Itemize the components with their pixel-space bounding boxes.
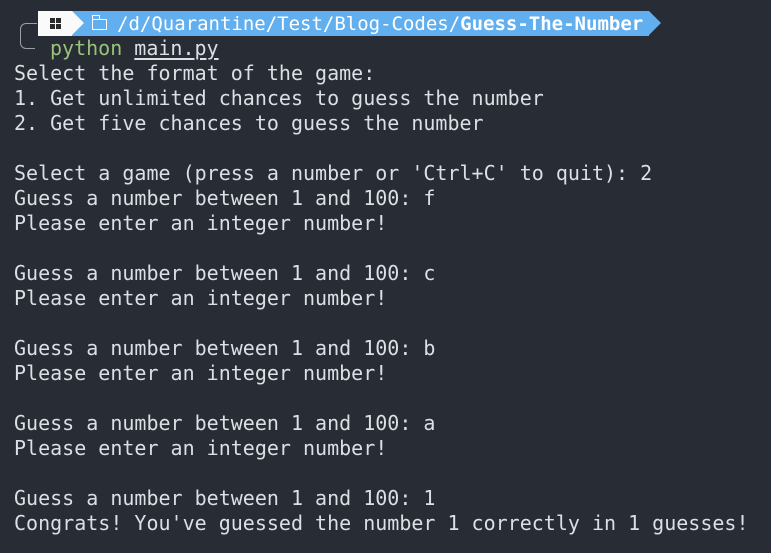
output-line: 2. Get five chances to guess the number bbox=[14, 111, 484, 135]
terminal-window[interactable]: /d/Quarantine/Test/Blog-Codes/Guess-The-… bbox=[0, 0, 771, 553]
os-segment bbox=[38, 11, 84, 36]
terminal-output: Select the format of the game: 1. Get un… bbox=[14, 61, 749, 536]
output-line bbox=[14, 236, 749, 261]
windows-icon bbox=[49, 18, 61, 29]
command-program: python bbox=[50, 36, 123, 60]
output-line bbox=[14, 461, 749, 486]
output-line: Guess a number between 1 and 100: a bbox=[14, 411, 436, 435]
command-line: python main.py bbox=[50, 36, 219, 61]
output-line: Guess a number between 1 and 100: c bbox=[14, 261, 436, 285]
output-line: Congrats! You've guessed the number 1 co… bbox=[14, 511, 749, 535]
output-line: Guess a number between 1 and 100: b bbox=[14, 336, 436, 360]
output-line: Guess a number between 1 and 100: 1 bbox=[14, 486, 436, 510]
output-line bbox=[14, 136, 749, 161]
output-line: Guess a number between 1 and 100: f bbox=[14, 186, 436, 210]
output-line: Please enter an integer number! bbox=[14, 286, 388, 310]
prompt-connector-bottom bbox=[20, 33, 35, 49]
output-line bbox=[14, 386, 749, 411]
prompt-bar: /d/Quarantine/Test/Blog-Codes/Guess-The-… bbox=[38, 11, 662, 36]
command-argument: main.py bbox=[134, 36, 219, 60]
path-current-folder: Guess-The-Number bbox=[460, 12, 644, 35]
output-line: Please enter an integer number! bbox=[14, 361, 388, 385]
output-line: Select the format of the game: bbox=[14, 61, 376, 85]
folder-icon bbox=[91, 15, 107, 30]
output-line: Select a game (press a number or 'Ctrl+C… bbox=[14, 161, 653, 185]
path-prefix: /d/Quarantine/Test/Blog-Codes/ bbox=[117, 12, 461, 35]
output-line bbox=[14, 311, 749, 336]
output-line: Please enter an integer number! bbox=[14, 436, 388, 460]
output-line: Please enter an integer number! bbox=[14, 211, 388, 235]
path-segment: /d/Quarantine/Test/Blog-Codes/Guess-The-… bbox=[72, 11, 662, 36]
output-line: 1. Get unlimited chances to guess the nu… bbox=[14, 86, 544, 110]
